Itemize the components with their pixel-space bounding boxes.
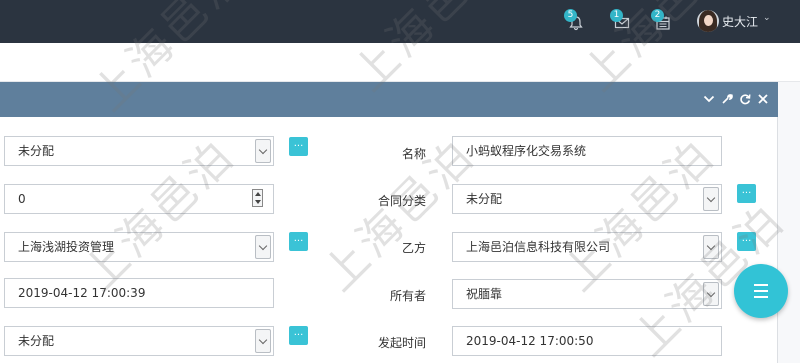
collapse-chevron-icon[interactable] <box>703 93 715 108</box>
user-menu-chevron-icon[interactable]: ⌄ <box>763 13 771 23</box>
party-b-label: 乙方 <box>401 241 426 255</box>
name-label: 名称 <box>401 147 426 161</box>
owner-select[interactable]: 祝腼靠 <box>452 279 722 309</box>
party-b-picker-button[interactable]: ... <box>737 232 756 251</box>
breadcrumb-strip <box>0 43 800 82</box>
chevron-down-icon[interactable] <box>255 139 271 163</box>
start-time-input[interactable]: 2019-04-12 17:00:50 <box>452 326 722 356</box>
user-name[interactable]: 史大江 <box>722 13 758 30</box>
left-picker-button-5[interactable]: ... <box>289 326 308 345</box>
left-select-5-value: 未分配 <box>18 334 55 348</box>
notifications-button[interactable]: 5 <box>564 9 588 33</box>
contract-category-label: 合同分类 <box>377 194 426 208</box>
left-select-1[interactable]: 未分配 <box>4 136 274 166</box>
messages-count-badge: 1 <box>610 9 623 22</box>
name-value: 小蚂蚁程序化交易系统 <box>466 144 587 158</box>
contract-category-select[interactable]: 未分配 <box>452 184 722 214</box>
left-select-1-value: 未分配 <box>18 144 55 158</box>
name-input[interactable]: 小蚂蚁程序化交易系统 <box>452 136 722 166</box>
owner-label: 所有者 <box>389 289 426 303</box>
notifications-count-badge: 5 <box>564 9 577 22</box>
contract-category-picker-button[interactable]: ... <box>737 184 756 203</box>
close-icon[interactable] <box>757 93 769 108</box>
menu-icon <box>754 284 768 286</box>
panel-header <box>0 82 778 117</box>
chevron-down-icon[interactable] <box>703 235 719 259</box>
chevron-down-icon[interactable] <box>703 282 719 306</box>
left-select-3-value: 上海浅湖投资管理 <box>18 240 115 254</box>
floating-menu-button[interactable] <box>734 264 788 318</box>
left-select-5[interactable]: 未分配 <box>4 326 274 356</box>
number-stepper-icon[interactable] <box>252 189 263 207</box>
chevron-down-icon[interactable] <box>255 235 271 259</box>
chevron-down-icon[interactable] <box>703 187 719 211</box>
left-select-3[interactable]: 上海浅湖投资管理 <box>4 232 274 262</box>
party-b-select[interactable]: 上海邑泊信息科技有限公司 <box>452 232 722 262</box>
left-picker-button-1[interactable]: ... <box>289 137 308 156</box>
user-avatar[interactable] <box>697 10 719 32</box>
tasks-count-badge: 2 <box>651 9 664 22</box>
start-time-value: 2019-04-12 17:00:50 <box>466 334 594 348</box>
party-b-value: 上海邑泊信息科技有限公司 <box>466 240 611 254</box>
start-time-label: 发起时间 <box>377 336 426 350</box>
refresh-icon[interactable] <box>739 93 751 108</box>
messages-button[interactable]: 1 <box>610 9 634 33</box>
owner-value: 祝腼靠 <box>466 287 503 301</box>
left-number-value: 0 <box>18 192 26 206</box>
tasks-button[interactable]: 2 <box>651 9 675 33</box>
contract-form-panel: 未分配 ... 0 上海浅湖投资管理 ... 2019-04-12 17:00:… <box>0 117 778 363</box>
left-datetime-input[interactable]: 2019-04-12 17:00:39 <box>4 278 274 308</box>
contract-category-value: 未分配 <box>466 192 503 206</box>
chevron-down-icon[interactable] <box>255 329 271 353</box>
left-picker-button-3[interactable]: ... <box>289 232 308 251</box>
left-number-input[interactable]: 0 <box>4 184 274 214</box>
wrench-icon[interactable] <box>721 93 733 108</box>
left-datetime-value: 2019-04-12 17:00:39 <box>18 286 146 300</box>
top-navbar: 5 1 2 史大江 ⌄ <box>0 0 800 43</box>
